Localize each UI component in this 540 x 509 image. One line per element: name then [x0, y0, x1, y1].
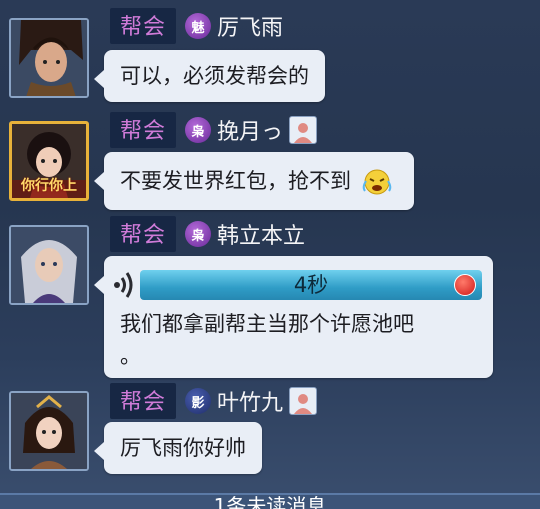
guild-channel-tag: 帮会	[110, 216, 177, 252]
voice-duration: 4秒	[293, 273, 329, 297]
guild-channel-tag: 帮会	[110, 383, 177, 419]
title-badge-icon: 魅	[185, 13, 212, 39]
avatar[interactable]	[9, 225, 89, 305]
avatar[interactable]	[9, 18, 89, 98]
title-badge-icon: 枭	[185, 221, 212, 247]
profile-icon[interactable]	[289, 116, 318, 144]
title-badge-icon: 影	[185, 388, 212, 414]
voice-transcript-text: 我们都拿副帮主当那个许愿池吧	[120, 312, 414, 336]
message-bubble[interactable]: 厉飞雨你好帅	[94, 422, 262, 474]
guild-channel-tag: 帮会	[110, 8, 177, 44]
voice-message-bubble[interactable]: 4秒 我们都拿副帮主当那个许愿池吧 。	[94, 256, 493, 378]
username[interactable]: 挽月っ	[217, 114, 283, 146]
record-indicator-icon	[454, 274, 476, 296]
message-text: 可以，必须发帮会的	[120, 64, 309, 88]
sage-portrait-icon	[11, 227, 87, 303]
username[interactable]: 韩立本立	[217, 218, 305, 250]
message-text: 不要发世界红包，抢不到	[120, 169, 351, 193]
voice-play-bar[interactable]: 4秒	[140, 270, 482, 300]
profile-icon[interactable]	[289, 387, 318, 415]
username[interactable]: 厉飞雨	[217, 10, 283, 42]
avatar-label: 你行你上	[21, 178, 77, 194]
title-badge-icon: 枭	[185, 117, 212, 143]
message-text: 厉飞雨你好帅	[120, 436, 246, 460]
warrior-portrait-icon	[11, 20, 87, 96]
message-bubble[interactable]: 可以，必须发帮会的	[94, 50, 325, 102]
voice-wave-icon	[114, 272, 133, 298]
message-bubble[interactable]: 不要发世界红包，抢不到	[94, 152, 414, 210]
avatar[interactable]	[9, 391, 89, 471]
avatar[interactable]: 你行你上	[9, 121, 89, 201]
crying-emoji-icon	[362, 169, 391, 195]
guild-channel-tag: 帮会	[110, 112, 177, 148]
lady-portrait-icon	[11, 393, 87, 469]
username[interactable]: 叶竹九	[217, 385, 283, 417]
voice-transcript-text-continued: 。	[120, 344, 141, 368]
